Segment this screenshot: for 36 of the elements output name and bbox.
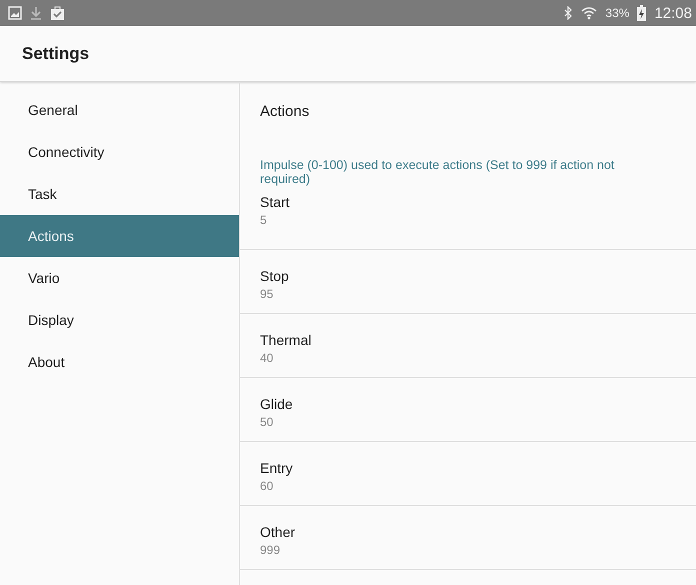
setting-row[interactable]: Entry 60: [240, 442, 696, 506]
setting-row[interactable]: Glide 50: [240, 378, 696, 442]
clipboard-check-icon: [50, 6, 65, 20]
section-hint: Impulse (0-100) used to execute actions (Set to 999 if action not required): [259, 157, 616, 186]
sidebar-item[interactable]: Task: [0, 173, 239, 215]
setting-row[interactable]: Start 5: [240, 186, 696, 250]
app-title: Settings: [22, 44, 90, 64]
clock-time: 12:08: [654, 4, 692, 22]
sidebar-item[interactable]: About: [0, 341, 239, 383]
setting-value: 95: [260, 287, 274, 301]
bluetooth-icon: [563, 6, 574, 20]
setting-value: 40: [260, 351, 274, 365]
setting-label: Other: [260, 524, 296, 540]
battery-percentage: 33%: [605, 6, 630, 20]
sidebar-item[interactable]: Connectivity: [0, 131, 239, 173]
setting-label: Glide: [260, 396, 293, 412]
setting-row[interactable]: Thermal 40: [240, 314, 696, 378]
setting-label: Entry: [260, 460, 293, 476]
setting-value: 999: [260, 543, 280, 557]
sidebar-item[interactable]: General: [0, 89, 239, 131]
setting-label: Start: [260, 194, 290, 210]
setting-label: Thermal: [260, 332, 312, 348]
battery-charging-icon: [637, 5, 646, 21]
sidebar-item[interactable]: Vario: [0, 257, 239, 299]
setting-row[interactable]: Stop 95: [240, 250, 696, 314]
section-title: Actions: [259, 102, 310, 122]
sidebar-item[interactable]: Actions: [0, 215, 239, 257]
setting-value: 5: [260, 213, 267, 227]
setting-value: 50: [260, 415, 274, 429]
picture-icon: [8, 6, 22, 20]
setting-row[interactable]: Other 999: [240, 506, 696, 570]
sidebar-item[interactable]: Display: [0, 299, 239, 341]
setting-label: Stop: [260, 268, 289, 284]
setting-value: 60: [260, 479, 274, 493]
wifi-icon: [581, 6, 598, 20]
download-icon: [30, 6, 42, 20]
